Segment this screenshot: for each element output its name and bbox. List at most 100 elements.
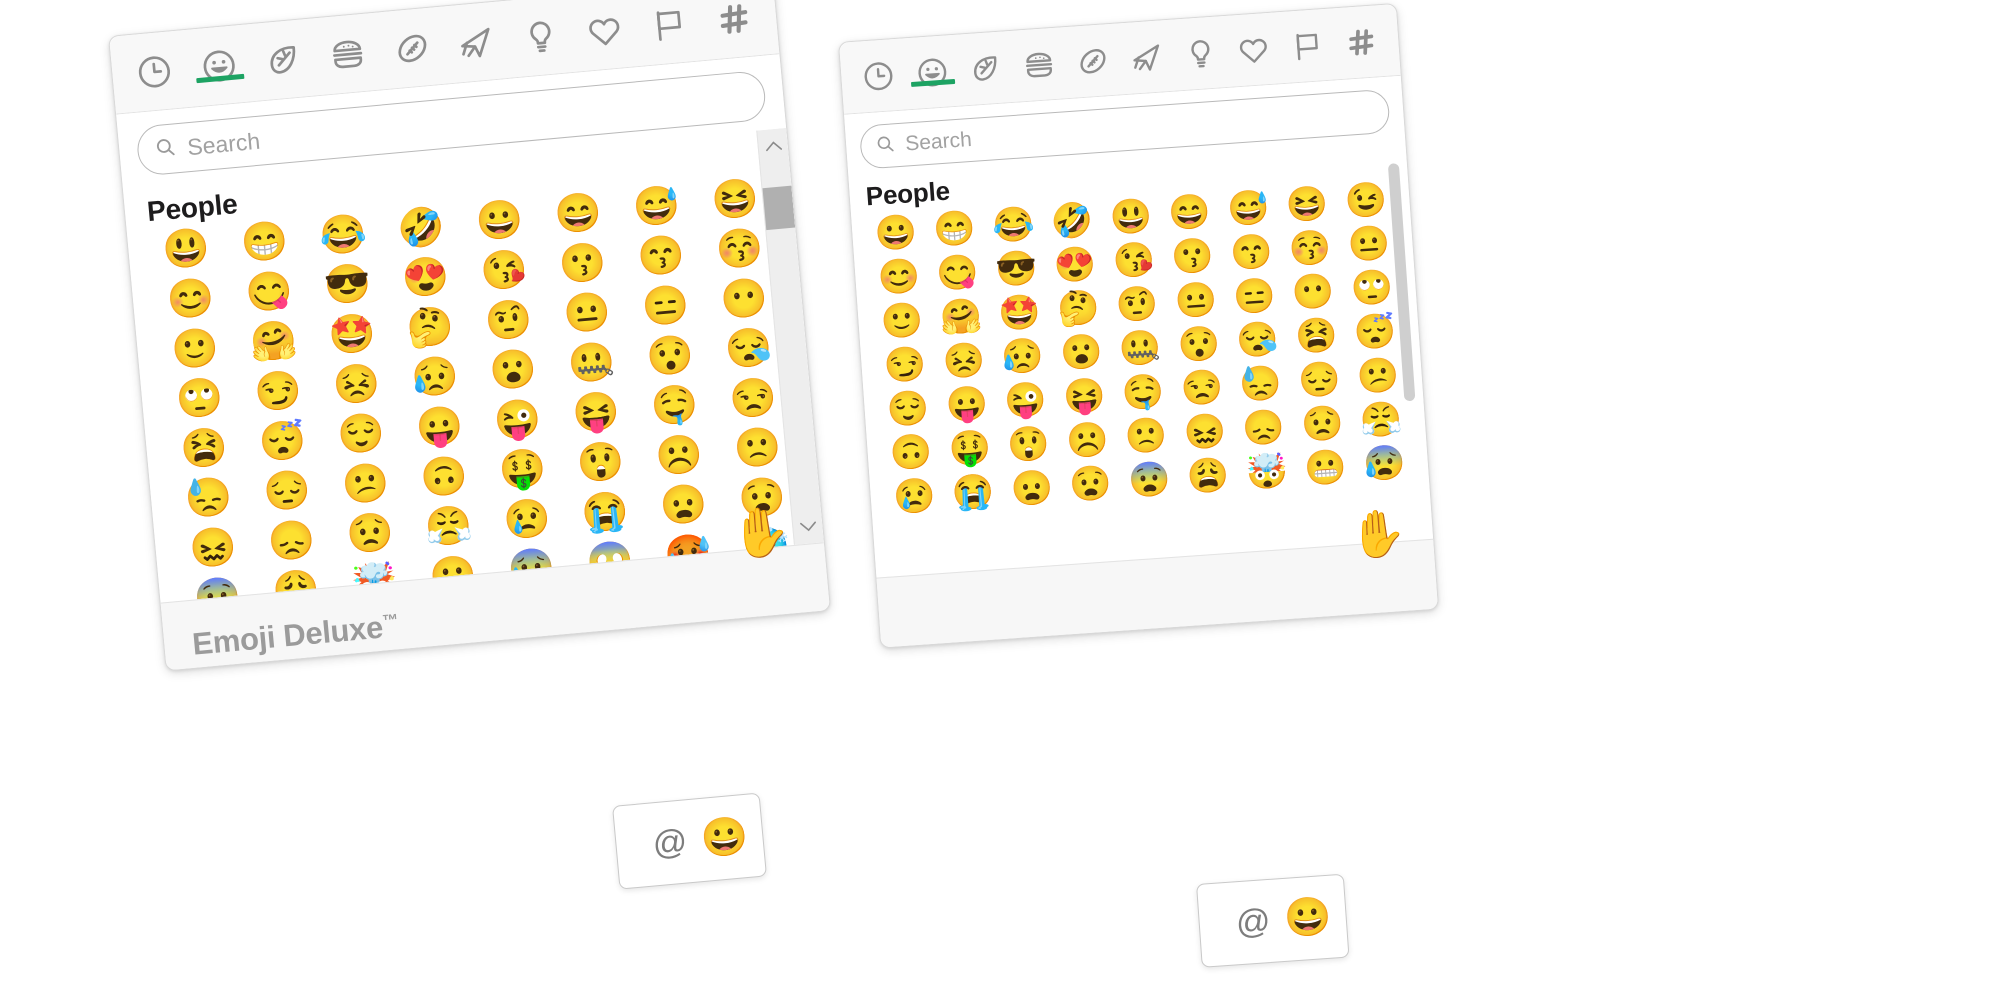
tab-travel[interactable] [1119, 38, 1175, 76]
emoji-cell[interactable]: 😫 [1294, 316, 1339, 357]
emoji-cell[interactable]: 😅 [631, 184, 682, 230]
emoji-cell[interactable]: ☹️ [654, 433, 705, 479]
emoji-cell[interactable]: 😉 [1343, 180, 1388, 221]
tab-symbols[interactable] [571, 9, 639, 53]
emoji-cell[interactable]: 🤩 [997, 293, 1042, 334]
emoji-cell[interactable]: 🤔 [405, 305, 456, 351]
emoji-cell[interactable]: 😤 [1359, 400, 1404, 441]
emoji-cell[interactable]: 😶 [1291, 272, 1336, 313]
message-composer-right[interactable]: @ 😀 [1196, 873, 1350, 968]
emoji-cell[interactable]: 😅 [1226, 188, 1271, 229]
emoji-cell[interactable]: 😥 [409, 355, 460, 401]
tab-recent[interactable] [850, 57, 906, 95]
emoji-cell[interactable]: 😘 [1112, 240, 1157, 281]
tab-symbols[interactable] [1226, 31, 1282, 69]
emoji-cell[interactable]: 😟 [345, 511, 396, 557]
emoji-cell[interactable]: 😋 [935, 253, 980, 294]
emoji-cell[interactable]: 😃 [1108, 197, 1153, 238]
tab-nature[interactable] [958, 49, 1014, 87]
emoji-cell[interactable]: 😞 [266, 518, 317, 564]
emoji-cell[interactable]: 😖 [188, 526, 239, 572]
emoji-cell[interactable]: 😜 [492, 397, 543, 443]
scrollbar-up-arrow[interactable] [763, 128, 784, 163]
emoji-cell[interactable]: 😧 [737, 476, 788, 522]
emoji-cell[interactable]: 😟 [1300, 404, 1345, 445]
emoji-cell[interactable]: 😧 [1068, 464, 1113, 505]
emoji-cell[interactable]: 😚 [714, 227, 765, 273]
emoji-cell[interactable]: 🤩 [327, 312, 378, 358]
emoji-cell[interactable]: 🤗 [248, 319, 299, 365]
message-composer-left[interactable]: @ 😀 [612, 792, 768, 890]
emoji-cell[interactable]: 🙁 [1124, 416, 1169, 457]
emoji-cell[interactable]: 😫 [179, 426, 230, 472]
emoji-cell[interactable]: 😓 [183, 476, 234, 522]
emoji-cell[interactable]: 😭 [580, 490, 631, 536]
emoji-cell[interactable]: 😋 [244, 269, 295, 315]
emoji-cell[interactable]: 😯 [1176, 324, 1221, 365]
emoji-cell[interactable]: 😂 [991, 205, 1036, 246]
emoji-cell[interactable]: 😜 [1003, 380, 1048, 421]
emoji-picker-icon[interactable]: 😀 [1283, 896, 1333, 941]
emoji-cell[interactable]: 🤑 [497, 447, 548, 493]
emoji-cell[interactable]: 😍 [1053, 245, 1098, 286]
emoji-cell[interactable]: 😁 [239, 220, 290, 266]
emoji-cell[interactable]: 😄 [1167, 192, 1212, 233]
emoji-cell[interactable]: 😰 [1362, 443, 1407, 484]
emoji-cell[interactable]: 😶 [719, 276, 770, 322]
emoji-cell[interactable]: 🤨 [1115, 284, 1160, 325]
emoji-cell[interactable]: 🙂 [170, 326, 221, 372]
emoji-cell[interactable]: 😗 [1170, 236, 1215, 277]
emoji-cell[interactable]: 😨 [1127, 460, 1172, 501]
emoji-cell[interactable]: 😩 [1186, 456, 1231, 497]
emoji-cell[interactable]: 😃 [161, 227, 212, 273]
emoji-cell[interactable]: 😄 [553, 191, 604, 237]
emoji-cell[interactable]: 😞 [1241, 408, 1286, 449]
emoji-cell[interactable]: 😐 [1173, 280, 1218, 321]
emoji-cell[interactable]: 😮 [1059, 332, 1104, 373]
tab-flags[interactable] [635, 3, 703, 47]
emoji-cell[interactable]: 😙 [1229, 232, 1274, 273]
scrollbar-thumb[interactable] [762, 186, 796, 231]
tab-objects[interactable] [1172, 34, 1228, 72]
emoji-cell[interactable]: 😓 [1238, 364, 1283, 405]
tab-food[interactable] [1011, 46, 1067, 84]
emoji-cell[interactable]: 😊 [165, 277, 216, 323]
emoji-cell[interactable]: 🙃 [889, 432, 934, 473]
emoji-cell[interactable]: 😮 [488, 348, 539, 394]
emoji-cell[interactable]: 😝 [571, 390, 622, 436]
emoji-cell[interactable]: 😴 [257, 419, 308, 465]
emoji-cell[interactable]: 😎 [994, 249, 1039, 290]
emoji-cell[interactable]: 😍 [400, 255, 451, 301]
emoji-cell[interactable]: 😤 [423, 504, 474, 550]
emoji-cell[interactable]: 😒 [1179, 368, 1224, 409]
emoji-cell[interactable]: 😘 [479, 248, 530, 294]
emoji-cell[interactable]: 😢 [892, 476, 937, 517]
emoji-cell[interactable]: 😔 [262, 469, 313, 515]
emoji-cell[interactable]: 🤔 [1056, 288, 1101, 329]
emoji-cell[interactable]: 😙 [636, 234, 687, 280]
emoji-cell[interactable]: 😌 [336, 412, 387, 458]
emoji-cell[interactable]: 🙁 [732, 426, 783, 472]
emoji-cell[interactable]: 🤐 [566, 340, 617, 386]
emoji-cell[interactable]: 🤣 [396, 205, 447, 251]
emoji-cell[interactable]: 😪 [723, 326, 774, 372]
emoji-cell[interactable]: 😦 [1009, 468, 1054, 509]
emoji-cell[interactable]: 😊 [877, 257, 922, 298]
tab-people[interactable] [904, 53, 960, 91]
emoji-cell[interactable]: 😁 [932, 209, 977, 250]
emoji-cell[interactable]: 😒 [728, 376, 779, 422]
emoji-cell[interactable]: 😂 [317, 212, 368, 258]
emoji-cell[interactable]: 😏 [883, 345, 928, 386]
emoji-cell[interactable]: 🤤 [649, 383, 700, 429]
emoji-cell[interactable]: 😣 [941, 341, 986, 382]
emoji-cell[interactable]: 😑 [640, 284, 691, 330]
emoji-cell[interactable]: 🤯 [1244, 452, 1289, 493]
emoji-cell[interactable]: 😕 [340, 461, 391, 507]
emoji-cell[interactable]: 🤑 [948, 428, 993, 469]
emoji-cell[interactable]: 😭 [951, 472, 996, 513]
emoji-cell[interactable]: 🙃 [419, 454, 470, 500]
emoji-cell[interactable]: 😑 [1232, 276, 1277, 317]
scrollbar-down-arrow[interactable] [797, 509, 818, 544]
emoji-cell[interactable]: 🙂 [880, 301, 925, 342]
tab-people[interactable] [185, 44, 253, 88]
